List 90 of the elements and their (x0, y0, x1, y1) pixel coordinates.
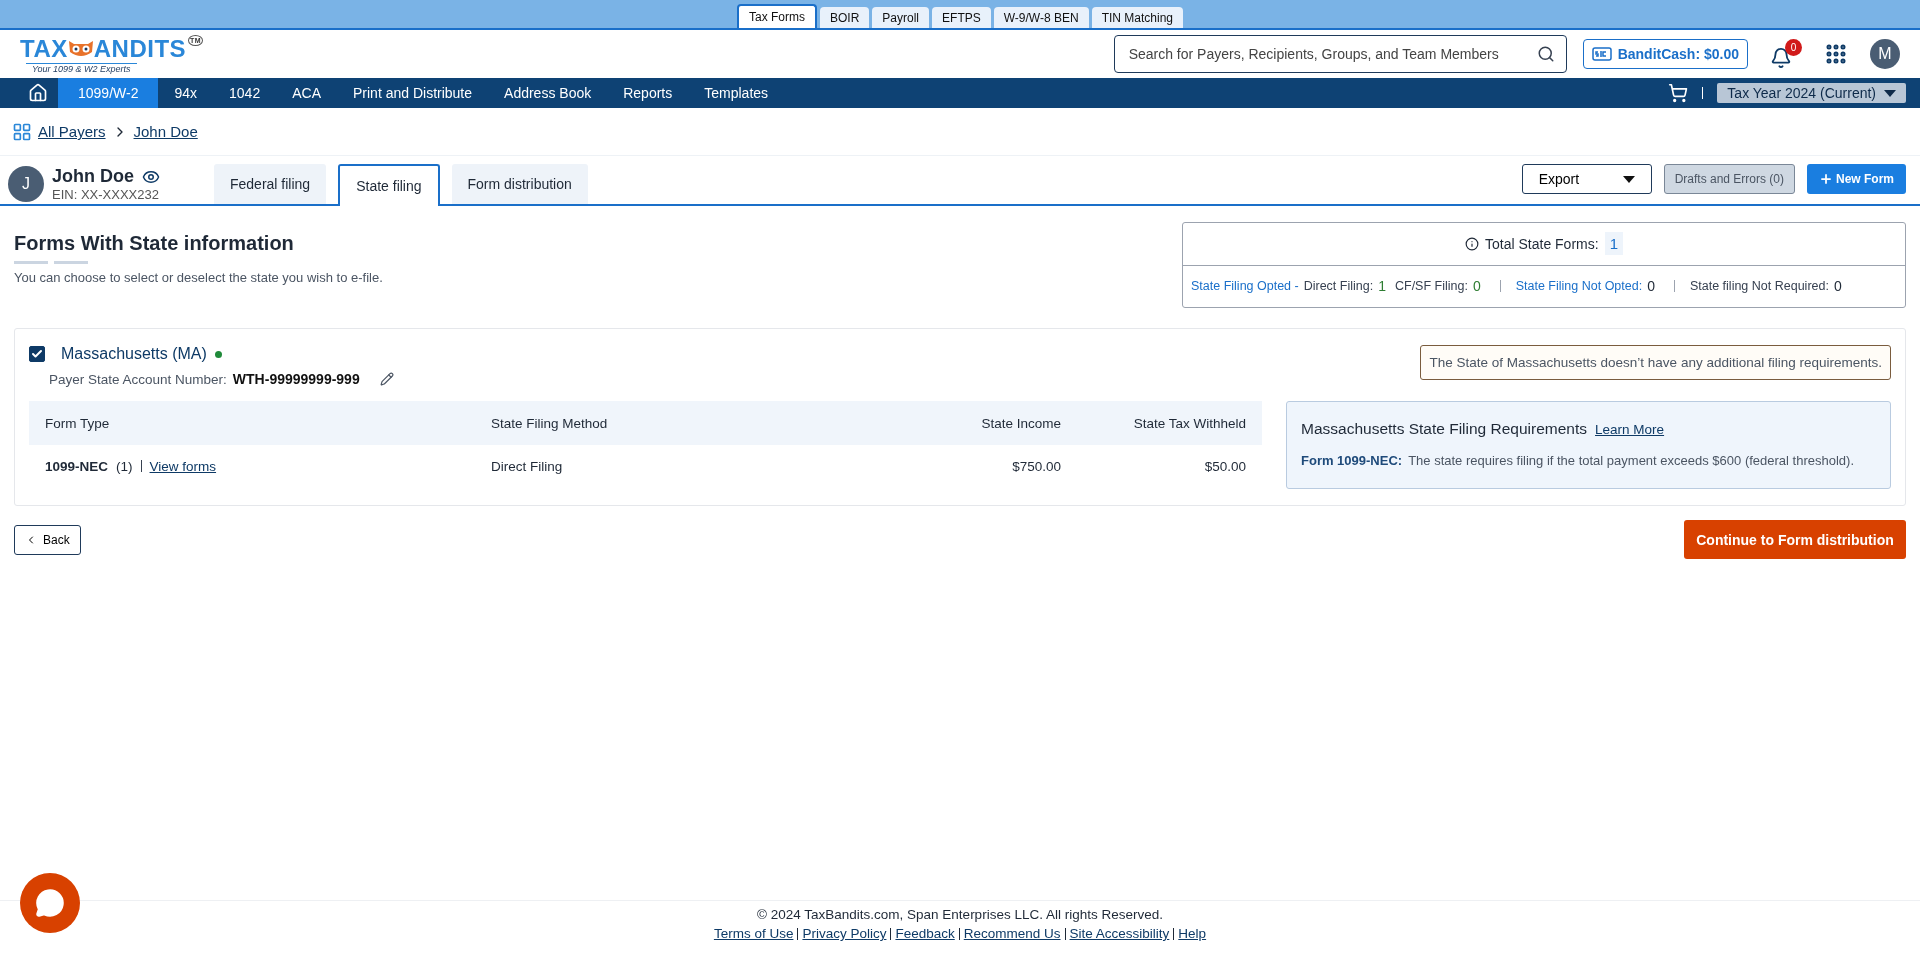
nav-tab[interactable]: Reports (607, 78, 689, 108)
footer-link[interactable]: Help (1178, 926, 1207, 941)
state-checkbox[interactable] (29, 346, 45, 362)
form-type: 1099-NEC (45, 458, 109, 474)
state-name: Massachusetts (MA) (61, 345, 207, 363)
edit-icon[interactable] (379, 372, 394, 386)
cart-icon[interactable] (1668, 83, 1689, 103)
summary-link[interactable]: State Filing Opted - (1191, 279, 1299, 294)
product-tab[interactable]: EFTPS (932, 7, 991, 28)
nav-tab[interactable]: Print and Distribute (337, 78, 489, 108)
product-tab[interactable]: BOIR (820, 7, 870, 28)
apps-grid-icon (1824, 42, 1848, 66)
requirements-title: Massachusetts State Filing Requirements (1301, 420, 1588, 438)
breadcrumb-link[interactable]: John Doe (133, 123, 198, 140)
payer-name: John Doe (52, 166, 134, 187)
payer-ein: EIN: XX-XXXX232 (52, 187, 160, 202)
filing-notice: The State of Massachusetts doesn’t have any additional filing requirements. (1420, 345, 1891, 380)
summary-count: 0 (1833, 278, 1842, 295)
owl-icon (67, 39, 94, 58)
logo-text: ANDITS (93, 34, 187, 63)
export-dropdown[interactable]: Export (1521, 164, 1652, 194)
view-forms-link[interactable]: View forms (149, 458, 217, 474)
section-title: Forms With State information (14, 232, 295, 255)
footer-link[interactable]: Recommend Us (963, 926, 1061, 941)
column-header: State Filing Method (491, 415, 609, 431)
back-button[interactable]: Back (14, 524, 81, 555)
learn-more-link[interactable]: Learn More (1595, 421, 1665, 437)
nav-tab[interactable]: 1099/W-2 (58, 78, 159, 108)
summary-label: Total State Forms: (1485, 235, 1599, 252)
grid-icon (12, 121, 32, 142)
summary-label: State filing Not Required: (1689, 279, 1829, 294)
footer-link[interactable]: Privacy Policy (802, 926, 887, 941)
account-label: Payer State Account Number: (49, 371, 227, 387)
caret-icon (1884, 89, 1896, 97)
payer-avatar: J (8, 166, 44, 202)
product-tab[interactable]: W-9/W-8 BEN (993, 7, 1089, 28)
summary-count: 1 (1604, 232, 1623, 256)
chat-button[interactable] (20, 873, 80, 933)
notification-button[interactable]: 0 (1770, 39, 1802, 69)
check-icon (31, 348, 43, 360)
summary-count: 1 (1378, 278, 1386, 295)
user-avatar[interactable]: M (1870, 39, 1900, 69)
info-icon (1465, 236, 1480, 251)
column-header: State Tax Withheld (1132, 415, 1246, 431)
nav-tab[interactable]: ACA (276, 78, 337, 108)
column-header: State Income (980, 415, 1061, 431)
product-tab[interactable]: TIN Matching (1091, 7, 1183, 28)
copyright-text: © 2024 TaxBandits.com, Span Enterprises LLC. All rights Reserved. (757, 907, 1163, 922)
table-cell-text: $50.00 (1203, 458, 1246, 474)
summary-link[interactable]: State Filing Not Opted: (1515, 279, 1643, 294)
table-cell-text: Direct Filing (491, 458, 564, 474)
form-count: (1) (116, 458, 133, 474)
nav-tab[interactable]: Templates (688, 78, 785, 108)
summary-label: Direct Filing: (1303, 279, 1374, 294)
footer-link[interactable]: Site Accessibility (1069, 926, 1170, 941)
footer-link[interactable]: Feedback (895, 926, 955, 941)
home-icon (28, 83, 48, 103)
notification-badge: 0 (1785, 39, 1802, 56)
bandit-cash-button[interactable]: BanditCash: $0.00 (1582, 39, 1748, 69)
logo-text: TAX (20, 34, 68, 63)
wallet-icon (1591, 46, 1612, 62)
product-tab[interactable]: Payroll (872, 7, 930, 28)
continue-button[interactable]: Continue to Form distribution (1684, 520, 1906, 560)
search-field[interactable]: Search for Payers, Recipients, Groups, and Team Members (1113, 35, 1567, 73)
account-number: WTH-99999999-999 (232, 371, 360, 387)
bell-icon (1770, 47, 1792, 69)
footer-link[interactable]: Terms of Use (713, 926, 794, 941)
chat-bubble-icon (35, 888, 65, 918)
plus-icon (1819, 172, 1833, 186)
nav-tab[interactable]: Address Book (488, 78, 608, 108)
apps-button[interactable] (1824, 42, 1848, 66)
nav-tab[interactable]: 1042 (213, 78, 277, 108)
logo-tagline: Your 1099 & W2 Experts (26, 62, 137, 74)
breadcrumb-link[interactable]: All Payers (38, 123, 106, 140)
summary-count: 0 (1472, 278, 1481, 295)
tax-year-dropdown[interactable]: Tax Year 2024 (Current) (1717, 83, 1906, 103)
new-form-button[interactable]: New Form (1807, 164, 1906, 194)
caret-icon (1622, 175, 1635, 183)
column-header: Form Type (45, 415, 111, 431)
summary-count: 0 (1647, 278, 1655, 295)
requirements-text: Form 1099-NEC: The state requires filing if the total payment exceeds $600 (federal threshold). (1301, 452, 1855, 470)
filing-tab[interactable]: Federal filing (214, 164, 327, 204)
table-cell-text: $750.00 (1011, 458, 1061, 474)
filing-tab[interactable]: State filing (338, 164, 440, 206)
nav-tab[interactable]: 94x (158, 78, 214, 108)
product-tab[interactable]: Tax Forms (737, 4, 817, 28)
section-subtitle: You can choose to select or deselect the state you wish to e-file. (14, 270, 383, 285)
filing-tab[interactable]: Form distribution (451, 164, 588, 204)
summary-label: CF/SF Filing: (1394, 279, 1468, 294)
search-icon (1536, 45, 1555, 63)
